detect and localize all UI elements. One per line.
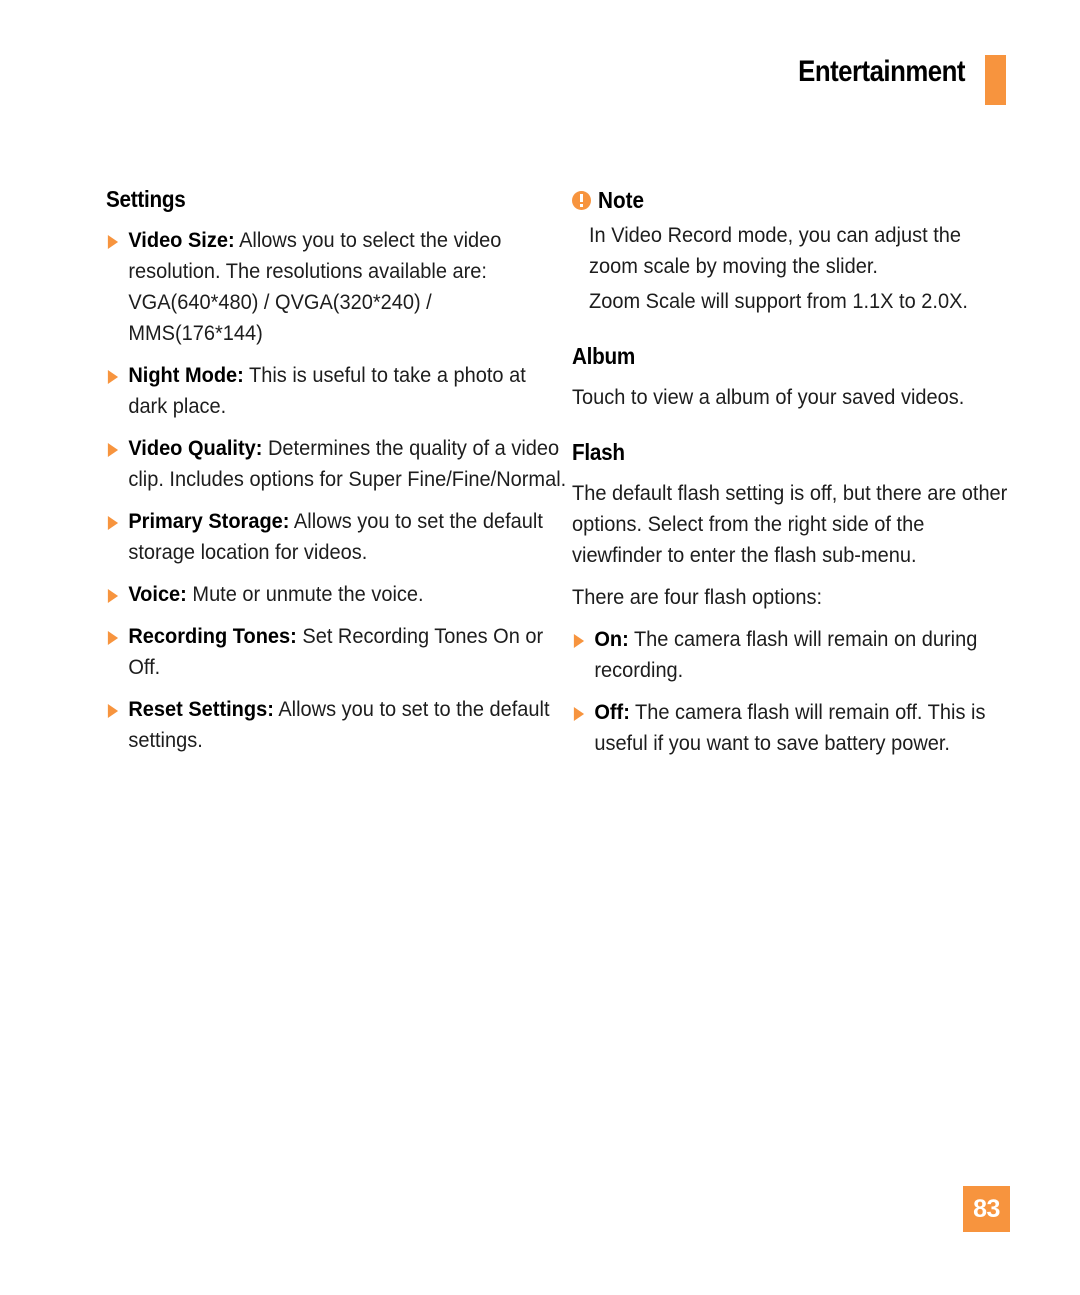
note-heading: Note (572, 186, 1008, 214)
left-column: Settings Video Size: Allows you to selec… (106, 186, 566, 767)
triangle-bullet-icon (107, 631, 119, 645)
settings-heading: Settings (106, 186, 186, 212)
note-line: Zoom Scale will support from 1.1X to 2.0… (589, 289, 968, 313)
note-label: Note (598, 187, 645, 213)
list-item-term: Video Size: (128, 228, 235, 252)
note-body: In Video Record mode, you can adjust the… (589, 220, 1008, 317)
right-column: Note In Video Record mode, you can adjus… (572, 186, 1008, 770)
note-callout: Note In Video Record mode, you can adjus… (572, 186, 1008, 317)
triangle-bullet-icon (107, 589, 119, 603)
list-item-term: Night Mode: (128, 363, 244, 387)
list-item: On: The camera flash will remain on duri… (572, 624, 1030, 686)
list-item-desc: Mute or unmute the voice. (186, 582, 424, 606)
triangle-bullet-icon (107, 704, 119, 718)
list-item: Voice: Mute or unmute the voice. (106, 579, 568, 610)
list-item-desc: The camera flash will remain on during r… (594, 627, 978, 682)
list-item: Night Mode: This is useful to take a pho… (106, 360, 568, 422)
list-item: Off: The camera flash will remain off. T… (572, 697, 1030, 759)
list-item-term: Video Quality: (128, 436, 263, 460)
list-item: Recording Tones: Set Recording Tones On … (106, 621, 568, 683)
list-item: Primary Storage: Allows you to set the d… (106, 506, 568, 568)
album-heading: Album (572, 343, 636, 369)
triangle-bullet-icon (573, 707, 585, 721)
triangle-bullet-icon (107, 516, 119, 530)
list-item-term: Recording Tones: (128, 624, 297, 648)
list-item-term: Primary Storage: (128, 509, 290, 533)
header-accent-tab (985, 55, 1006, 105)
flash-paragraph: The default flash setting is off, but th… (572, 481, 1008, 567)
list-item-term: Voice: (128, 582, 187, 606)
page-title: Entertainment (798, 55, 965, 88)
triangle-bullet-icon (107, 235, 119, 249)
album-body: Touch to view a album of your saved vide… (572, 385, 965, 409)
triangle-bullet-icon (573, 634, 585, 648)
list-item-desc: The camera flash will remain off. This i… (594, 700, 986, 755)
list-item: Video Size: Allows you to select the vid… (106, 225, 568, 349)
flash-paragraph: There are four flash options: (572, 585, 823, 609)
triangle-bullet-icon (107, 443, 119, 457)
page-header: Entertainment (0, 52, 1080, 108)
list-item-term: On: (594, 627, 629, 651)
triangle-bullet-icon (107, 370, 119, 384)
list-item: Reset Settings: Allows you to set to the… (106, 694, 568, 756)
page-number-badge: 83 (963, 1186, 1010, 1232)
note-line: In Video Record mode, you can adjust the… (589, 223, 961, 278)
flash-heading: Flash (572, 439, 625, 465)
list-item-term: Off: (594, 700, 630, 724)
exclamation-circle-icon (572, 190, 591, 210)
list-item-term: Reset Settings: (128, 697, 274, 721)
list-item: Video Quality: Determines the quality of… (106, 433, 568, 495)
